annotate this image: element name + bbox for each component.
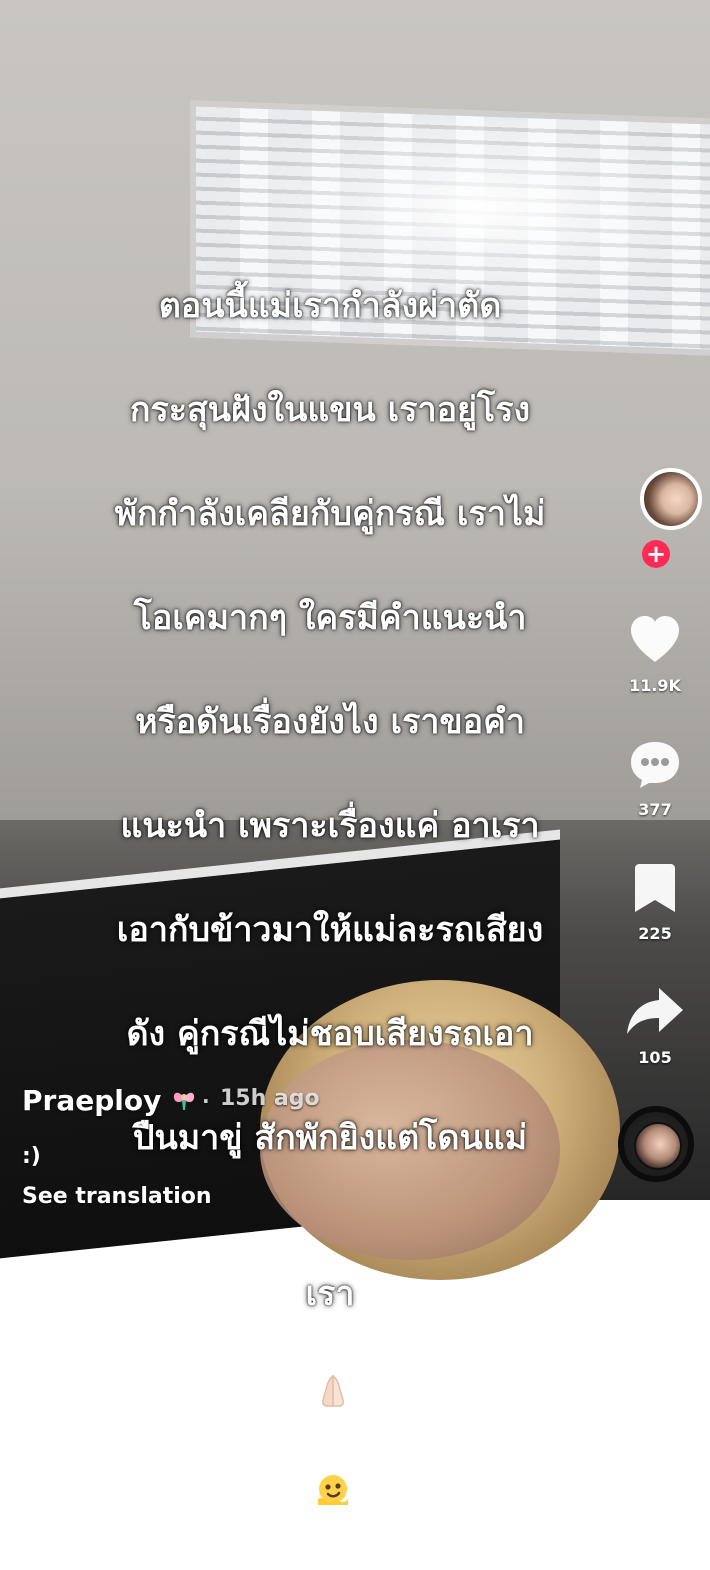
creator-avatar[interactable] (640, 468, 702, 530)
caption-line: เรา (305, 1274, 355, 1314)
post-time: 15h ago (220, 1086, 320, 1111)
comment-icon (625, 742, 685, 796)
caption-line: ตอนนี้แม่เรากำลังผ่าตัด (158, 286, 502, 326)
video-caption: ตอนนี้แม่เรากำลังผ่าตัด กระสุนฝังในแขน เ… (40, 228, 620, 1570)
music-avatar (634, 1122, 682, 1170)
save-count: 225 (638, 924, 672, 943)
see-translation-link[interactable]: See translation (22, 1184, 212, 1209)
save-button[interactable]: 225 (620, 860, 690, 943)
separator-dot: · (202, 1089, 210, 1113)
caption-line: พักกำลังเคลียกับคู่กรณี เราไม่ (114, 494, 546, 534)
comment-button[interactable]: 377 (620, 736, 690, 819)
caption-line: หรือดันเรื่องยังไง เราขอคำ (135, 702, 525, 742)
heart-icon (625, 616, 685, 672)
share-arrow-icon (625, 988, 685, 1044)
share-button[interactable]: 105 (620, 984, 690, 1067)
bookmark-icon (625, 864, 685, 920)
melting-face-icon (314, 1419, 352, 1505)
music-disc[interactable] (618, 1106, 694, 1182)
caption-line: โอเคมากๆ ใครมีคำแนะนำ (133, 598, 527, 638)
post-description: :) (22, 1144, 41, 1169)
comment-count: 377 (638, 800, 672, 819)
share-count: 105 (638, 1048, 672, 1067)
post-info: Praeploy · 15h ago :) See translation (22, 1060, 542, 1209)
username[interactable]: Praeploy (22, 1084, 161, 1117)
caption-line: แนะนำ เพราะเรื่องแค่ อาเรา (120, 806, 540, 846)
username-row[interactable]: Praeploy (22, 1084, 197, 1117)
caption-line: กระสุนฝังในแขน เราอยู่โรง (129, 390, 531, 430)
like-button[interactable]: 11.9K (620, 612, 690, 695)
caption-line-last: เรา (40, 1216, 620, 1518)
caption-line: เอากับข้าวมาให้แม่ละรถเสียง (116, 910, 544, 950)
caption-line: ดัง คู่กรณีไม่ชอบเสียงรถเอา (126, 1014, 534, 1054)
folded-hands-icon (314, 1320, 352, 1407)
fairy-icon (171, 1084, 197, 1117)
like-count: 11.9K (629, 676, 681, 695)
follow-button[interactable]: + (642, 540, 670, 568)
